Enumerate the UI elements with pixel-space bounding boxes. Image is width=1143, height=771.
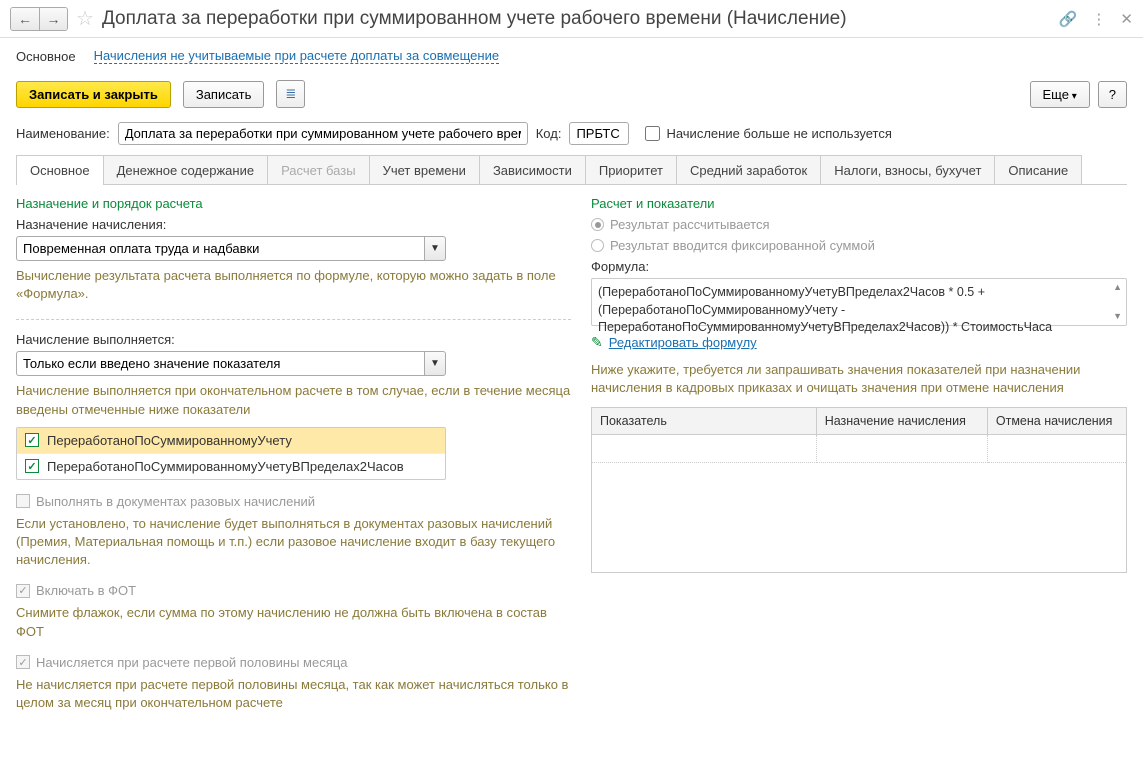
unused-checkbox[interactable] (645, 126, 660, 141)
page-title: Доплата за переработки при суммированном… (102, 8, 1059, 30)
indicators-table: Показатель Назначение начисления Отмена … (591, 407, 1127, 573)
exec-dropdown-button[interactable]: ▼ (424, 351, 446, 376)
th-cancel[interactable]: Отмена начисления (987, 408, 1126, 435)
th-assign[interactable]: Назначение начисления (816, 408, 987, 435)
save-close-button[interactable]: Записать и закрыть (16, 81, 171, 108)
kebab-icon[interactable]: ⋮ (1091, 10, 1106, 28)
tab-time[interactable]: Учет времени (369, 155, 480, 185)
purpose-dropdown-button[interactable]: ▼ (424, 236, 446, 261)
tab-desc[interactable]: Описание (994, 155, 1082, 185)
table-row[interactable] (592, 463, 1127, 573)
fot-checkbox: ✓ (16, 584, 30, 598)
formula-box[interactable]: (ПереработаноПоСуммированномуУчетуВПреде… (591, 278, 1127, 326)
onetime-help: Если установлено, то начисление будет вы… (16, 515, 571, 570)
exec-label: Начисление выполняется: (16, 332, 571, 347)
scroll-down-icon[interactable]: ▼ (1113, 310, 1122, 323)
edit-formula-link[interactable]: Редактировать формулу (609, 335, 757, 350)
indicators-help: Ниже укажите, требуется ли запрашивать з… (591, 361, 1127, 397)
link-icon[interactable]: 🔗 (1059, 10, 1078, 28)
section-purpose: Назначение и порядок расчета (16, 196, 571, 211)
indicator-2-label: ПереработаноПоСуммированномуУчетуВПредел… (47, 459, 404, 474)
tab-main[interactable]: Основное (16, 155, 104, 185)
indicator-row-1[interactable]: ✓ ПереработаноПоСуммированномуУчету (17, 428, 445, 453)
indicator-1-label: ПереработаноПоСуммированномуУчету (47, 433, 292, 448)
tab-priority[interactable]: Приоритет (585, 155, 677, 185)
check-icon[interactable]: ✓ (25, 459, 39, 473)
section-calc: Расчет и показатели (591, 196, 1127, 211)
code-label: Код: (536, 126, 562, 141)
unused-label: Начисление больше не используется (666, 126, 891, 141)
list-icon-button[interactable]: ≣ (276, 80, 305, 108)
th-indicator[interactable]: Показатель (592, 408, 817, 435)
help-button[interactable]: ? (1098, 81, 1127, 108)
table-row[interactable] (592, 435, 1127, 463)
halfmonth-checkbox: ✓ (16, 655, 30, 669)
linkbar-exclusions[interactable]: Начисления не учитываемые при расчете до… (94, 48, 500, 64)
radio-fixed-label: Результат вводится фиксированной суммой (610, 238, 875, 253)
scroll-up-icon[interactable]: ▲ (1113, 281, 1122, 294)
tab-taxes[interactable]: Налоги, взносы, бухучет (820, 155, 995, 185)
formula-label: Формула: (591, 259, 1127, 274)
purpose-label: Назначение начисления: (16, 217, 571, 232)
tab-deps[interactable]: Зависимости (479, 155, 586, 185)
exec-help: Начисление выполняется при окончательном… (16, 382, 571, 418)
radio-calculated-label: Результат рассчитывается (610, 217, 770, 232)
formula-text: (ПереработаноПоСуммированномуУчетуВПреде… (598, 285, 1052, 334)
divider (16, 319, 571, 320)
pencil-icon: ✎ (591, 334, 603, 351)
onetime-checkbox (16, 494, 30, 508)
tab-base[interactable]: Расчет базы (267, 155, 370, 185)
indicator-row-2[interactable]: ✓ ПереработаноПоСуммированномуУчетуВПред… (17, 453, 445, 479)
halfmonth-label: Начисляется при расчете первой половины … (36, 655, 347, 670)
exec-input[interactable] (16, 351, 424, 376)
more-button[interactable]: Еще (1030, 81, 1090, 108)
close-icon[interactable]: ✕ (1120, 10, 1133, 28)
linkbar-main[interactable]: Основное (16, 49, 76, 64)
name-input[interactable] (118, 122, 528, 145)
star-icon[interactable]: ☆ (76, 6, 94, 31)
tab-avg[interactable]: Средний заработок (676, 155, 821, 185)
halfmonth-help: Не начисляется при расчете первой полови… (16, 676, 571, 712)
radio-fixed (591, 239, 604, 252)
tabs: Основное Денежное содержание Расчет базы… (0, 155, 1143, 185)
radio-calculated (591, 218, 604, 231)
name-label: Наименование: (16, 126, 110, 141)
check-icon[interactable]: ✓ (25, 433, 39, 447)
fot-help: Снимите флажок, если сумма по этому начи… (16, 604, 571, 640)
purpose-input[interactable] (16, 236, 424, 261)
nav-forward-button[interactable]: → (39, 8, 67, 30)
indicator-list: ✓ ПереработаноПоСуммированномуУчету ✓ Пе… (16, 427, 446, 480)
fot-label: Включать в ФОТ (36, 583, 136, 598)
nav-back-button[interactable]: ← (11, 8, 39, 30)
save-button[interactable]: Записать (183, 81, 265, 108)
tab-money[interactable]: Денежное содержание (103, 155, 268, 185)
onetime-label: Выполнять в документах разовых начислени… (36, 494, 315, 509)
code-input[interactable] (569, 122, 629, 145)
purpose-help: Вычисление результата расчета выполняетс… (16, 267, 571, 303)
